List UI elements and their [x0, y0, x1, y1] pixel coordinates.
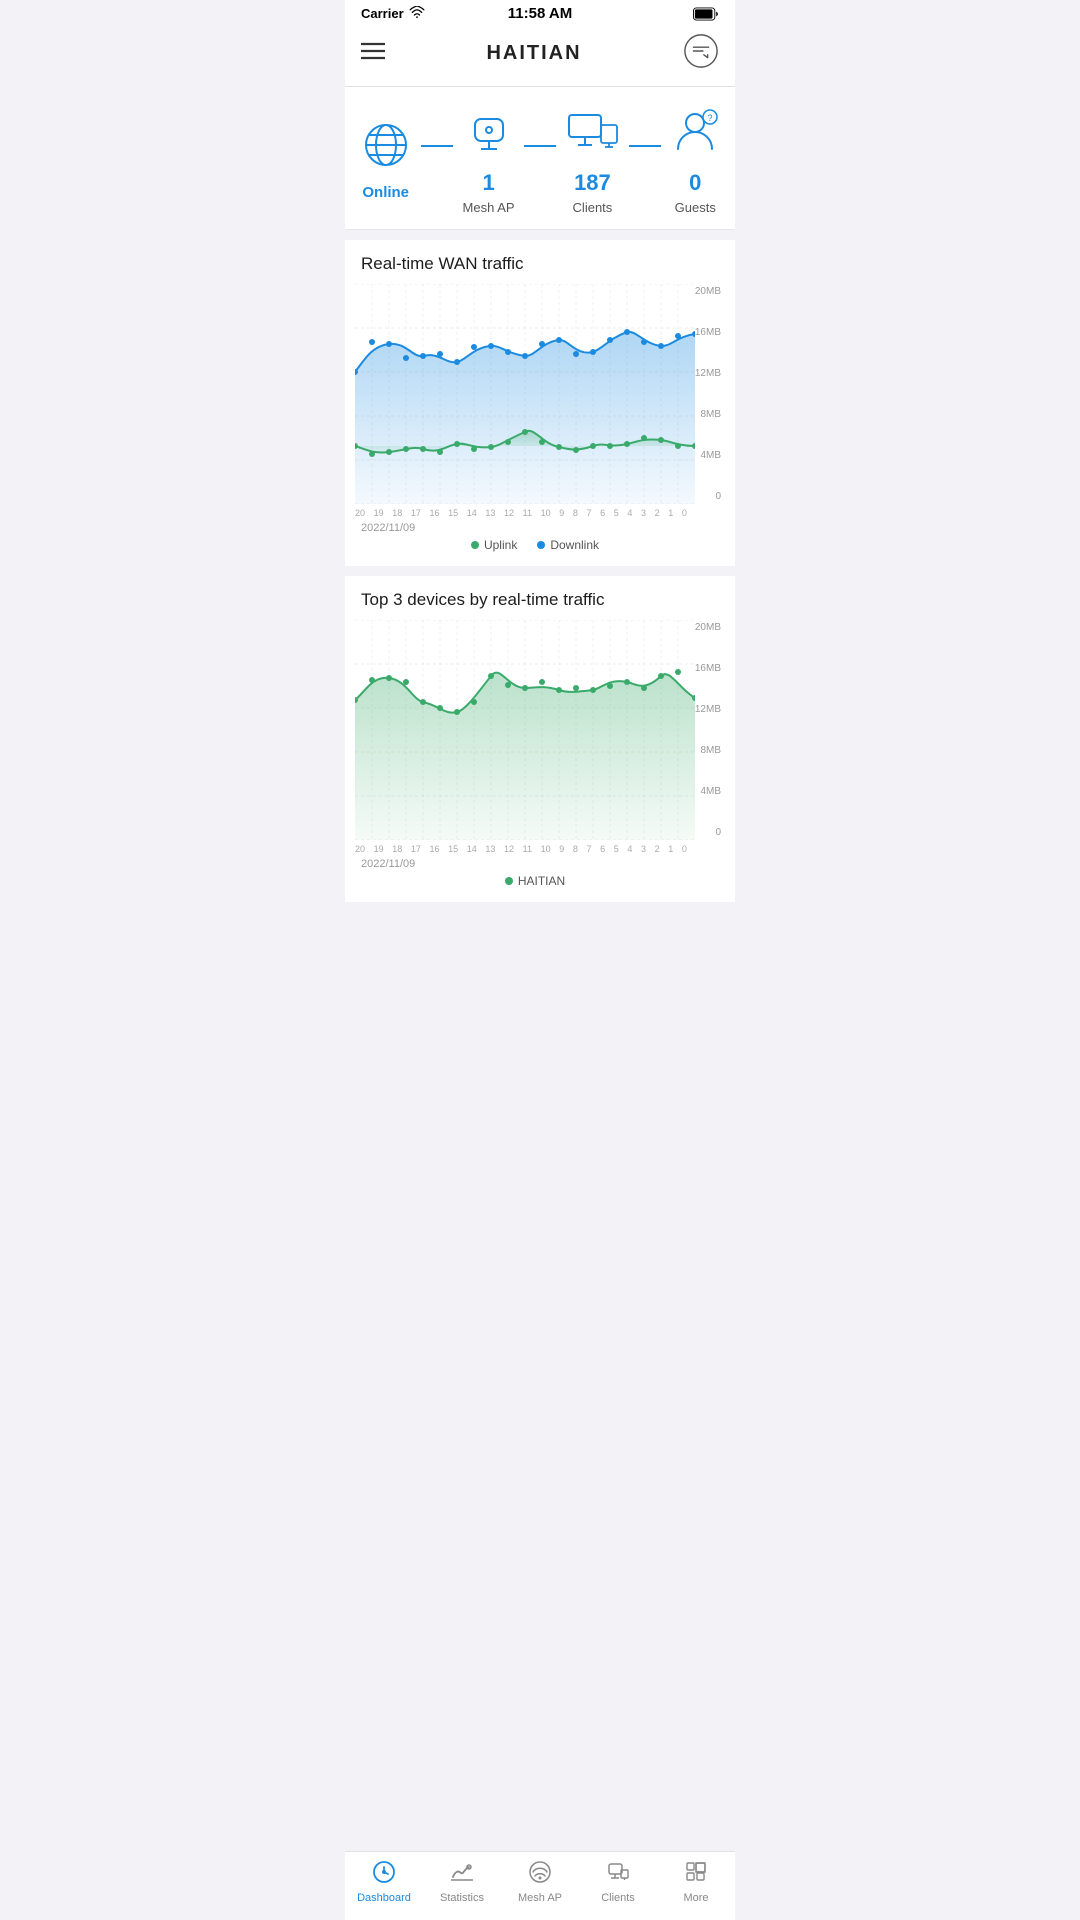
network-clients: 187 Clients [565, 105, 619, 215]
mesh-ap-label: Mesh AP [463, 200, 515, 215]
network-mesh-ap: 1 Mesh AP [463, 105, 515, 215]
guests-label: Guests [675, 200, 716, 215]
battery-icon [693, 7, 719, 21]
devices-chart-container: 20MB 16MB 12MB 8MB 4MB 0 [345, 620, 735, 892]
devices-chart-footer: 2022/11/09 HAITIAN [345, 854, 725, 892]
carrier-text: Carrier [361, 6, 425, 21]
statistics-icon [450, 1860, 474, 1889]
devices-chart-date: 2022/11/09 [361, 858, 709, 870]
clients-value: 187 [574, 170, 611, 196]
tab-more-label: More [683, 1892, 708, 1904]
network-status-online: Online [360, 119, 412, 201]
monitor-icon [565, 105, 619, 162]
connector-2 [524, 145, 556, 147]
devices-chart-legend: HAITIAN [361, 872, 709, 888]
wifi-icon [409, 6, 425, 21]
connector-1 [421, 145, 453, 147]
devices-x-axis: 20 19 18 17 16 15 14 13 12 11 10 9 8 7 6… [345, 840, 725, 854]
legend-downlink: Downlink [537, 538, 599, 552]
tab-clients-label: Clients [601, 1892, 635, 1904]
online-label: Online [362, 184, 409, 201]
mesh-ap-value: 1 [482, 170, 494, 196]
tab-more[interactable]: More [657, 1860, 735, 1904]
tab-statistics[interactable]: Statistics [423, 1860, 501, 1904]
devices-y-axis: 20MB 16MB 12MB 8MB 4MB 0 [695, 620, 725, 840]
uplink-dot [471, 541, 479, 549]
downlink-dot [537, 541, 545, 549]
network-status-bar: Online 1 Mesh AP 187 Cli [345, 87, 735, 230]
status-bar: Carrier 11:58 AM [345, 0, 735, 23]
header: HAITIAN [345, 23, 735, 87]
tab-clients[interactable]: Clients [579, 1860, 657, 1904]
dashboard-icon [372, 1860, 396, 1889]
connector-3 [629, 145, 661, 147]
router-icon [465, 105, 513, 162]
clients-label: Clients [573, 200, 613, 215]
devices-section: Top 3 devices by real-time traffic 20MB … [345, 576, 735, 902]
tab-dashboard[interactable]: Dashboard [345, 1860, 423, 1904]
devices-chart-wrap: 20MB 16MB 12MB 8MB 4MB 0 [345, 620, 725, 840]
wan-chart-date: 2022/11/09 [361, 522, 709, 534]
chat-button[interactable] [683, 33, 719, 74]
page-title: HAITIAN [486, 42, 581, 65]
wan-x-axis: 20 19 18 17 16 15 14 13 12 11 10 9 8 7 6… [345, 504, 725, 518]
status-time: 11:58 AM [508, 5, 572, 22]
tab-dashboard-label: Dashboard [357, 1892, 411, 1904]
wan-chart-svg [355, 284, 695, 504]
wan-chart-container: 20MB 16MB 12MB 8MB 4MB 0 [345, 284, 735, 556]
menu-button[interactable] [361, 42, 385, 65]
wan-y-axis: 20MB 16MB 12MB 8MB 4MB 0 [695, 284, 725, 504]
svg-text:?: ? [708, 113, 713, 123]
more-tab-icon [684, 1860, 708, 1889]
tab-mesh-ap-label: Mesh AP [518, 1892, 562, 1904]
clients-tab-icon [606, 1860, 630, 1889]
legend-haitian: HAITIAN [505, 874, 565, 888]
guests-value: 0 [689, 170, 701, 196]
wan-chart-title: Real-time WAN traffic [345, 254, 735, 284]
globe-icon [360, 119, 412, 176]
legend-uplink: Uplink [471, 538, 517, 552]
tab-bar: Dashboard Statistics Mesh AP [345, 1851, 735, 1920]
network-guests: ? 0 Guests [670, 105, 720, 215]
wan-chart-legend: Uplink Downlink [361, 536, 709, 552]
wan-chart-wrap: 20MB 16MB 12MB 8MB 4MB 0 [345, 284, 725, 504]
mesh-ap-tab-icon [528, 1860, 552, 1889]
devices-chart-svg [355, 620, 695, 840]
guest-icon: ? [670, 105, 720, 162]
devices-chart-title: Top 3 devices by real-time traffic [345, 590, 735, 620]
wan-traffic-section: Real-time WAN traffic 20MB 16MB 12MB 8MB… [345, 240, 735, 566]
tab-statistics-label: Statistics [440, 1892, 484, 1904]
wan-chart-footer: 2022/11/09 Uplink Downlink [345, 518, 725, 556]
haitian-dot [505, 877, 513, 885]
tab-mesh-ap[interactable]: Mesh AP [501, 1860, 579, 1904]
